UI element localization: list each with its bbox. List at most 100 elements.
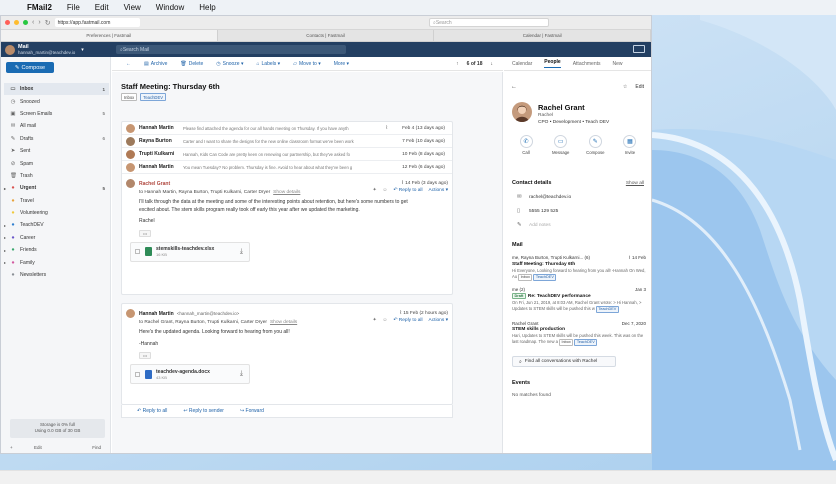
show-details-link[interactable]: Show details [273, 190, 300, 195]
show-quoted-button[interactable]: ••• [139, 229, 152, 237]
arrow-down-icon[interactable]: ↓ [491, 61, 494, 67]
message-sender[interactable]: Rachel Grant [139, 181, 170, 187]
emoji-icon[interactable]: ☺ [383, 318, 388, 323]
edit-contact-button[interactable]: Edit [635, 84, 644, 90]
sidebar-item-drafts[interactable]: ✎ Drafts 6 [4, 133, 109, 145]
browser-tab-calendar[interactable]: Calendar | Fastmail [434, 30, 651, 41]
pin-icon[interactable]: ✦ [372, 188, 376, 193]
actions-menu-button[interactable]: Actions ▾ [429, 318, 448, 323]
sidebar-item-spam[interactable]: ⊘ Spam [4, 157, 109, 169]
tag-teachdev[interactable]: TeachDEV [140, 93, 167, 101]
sidebar-item-screen-emails[interactable]: ▣ Screen Emails 5 [4, 108, 109, 120]
move-to-button[interactable]: ▱ Move to ▾ [293, 61, 321, 67]
account-switcher[interactable]: Mail hannah_martin@teachdev.io ▾ [1, 44, 111, 55]
collapsed-message[interactable]: Rayna Burton Carter and I want to share … [122, 135, 452, 148]
tab-people[interactable]: People [544, 59, 561, 68]
show-all-link[interactable]: Show all [626, 181, 644, 186]
compose-button[interactable]: ✎ Compose [6, 62, 54, 73]
browser-search-input[interactable]: ⌕ Search [429, 18, 549, 27]
sidebar-item-teachdev[interactable]: ▸ ● TeachDEV [4, 219, 109, 231]
attachment[interactable]: stemskills-teachdev.xlsx 16 KB ⤓ [130, 241, 250, 262]
sidebar-item-friends[interactable]: ▸ ● Friends [4, 244, 109, 256]
expand-arrow-icon[interactable]: ▸ [4, 186, 6, 191]
reply-sender-button[interactable]: ↩ Reply to sender [183, 408, 224, 414]
address-bar[interactable]: https://app.fastmail.com [54, 18, 140, 27]
compose-contact-button[interactable]: ✎ Compose [581, 135, 609, 155]
tab-calendar[interactable]: Calendar [512, 61, 532, 67]
arrow-up-icon[interactable]: ↑ [456, 61, 459, 67]
reload-icon[interactable]: ↻ [45, 19, 51, 27]
collapsed-message[interactable]: Hannah Martin Please find attached the a… [122, 122, 452, 135]
invite-button[interactable]: ▦ Invite [616, 135, 644, 155]
labels-button[interactable]: ⌂ Labels ▾ [256, 61, 280, 67]
sidebar-item-sent[interactable]: ➤ Sent [4, 145, 109, 157]
related-mail-item[interactable]: Rachel Grant Dec 7, 2020 STEM skills prod… [512, 321, 646, 346]
more-button[interactable]: More ▾ [334, 61, 349, 67]
menu-view[interactable]: View [124, 3, 141, 12]
sidebar-item-all-mail[interactable]: ✉ All mail [4, 120, 109, 132]
sidebar-item-snoozed[interactable]: ◷ Snoozed [4, 95, 109, 107]
minimize-window-button[interactable] [14, 20, 19, 25]
browser-tab-contacts[interactable]: Contacts | Fastmail [218, 30, 435, 41]
attachment-checkbox[interactable] [135, 249, 140, 254]
contact-email[interactable]: ✉ rachel@teachdev.io [517, 194, 571, 200]
mail-search-input[interactable]: ⌕ Search Mail [116, 45, 346, 54]
add-icon[interactable]: + [10, 445, 13, 450]
forward-arrow-icon[interactable]: › [38, 19, 40, 26]
download-icon[interactable]: ⤓ [240, 248, 243, 256]
expand-arrow-icon[interactable]: ▸ [4, 223, 6, 228]
contact-phone[interactable]: ▯ 5555 129 525 [517, 208, 558, 214]
collapsed-message[interactable]: Trupti Kulkarni Hannah, Kids Can Code ar… [122, 148, 452, 161]
expand-arrow-icon[interactable]: ▸ [4, 248, 6, 253]
sidebar-item-family[interactable]: ▸ ● Family [4, 256, 109, 268]
collapsed-message[interactable]: Hannah Martin You mean Tuesday? No probl… [122, 161, 452, 174]
tab-new[interactable]: New [613, 61, 623, 67]
menu-window[interactable]: Window [156, 3, 184, 12]
sidebar-item-travel[interactable]: ● Travel [4, 195, 109, 207]
reply-all-button[interactable]: ↶ Reply to all [393, 188, 422, 193]
reply-all-button[interactable]: ↶ Reply to all [393, 318, 422, 323]
message-button[interactable]: ▭ Message [547, 135, 575, 155]
sidebar-item-career[interactable]: ▸ ● Career [4, 232, 109, 244]
show-details-link[interactable]: Show details [270, 320, 297, 325]
forward-button[interactable]: ↪ Forward [240, 408, 264, 414]
close-window-button[interactable] [5, 20, 10, 25]
tab-attachments[interactable]: Attachments [573, 61, 601, 67]
browser-tab-preferences[interactable]: Preferences | Fastmail [1, 30, 218, 41]
expand-arrow-icon[interactable]: ▸ [4, 235, 6, 240]
show-quoted-button[interactable]: ••• [139, 352, 152, 359]
star-icon[interactable]: ☆ [623, 84, 627, 90]
menu-help[interactable]: Help [199, 3, 215, 12]
sidebar-item-newsletters[interactable]: ● Newsletters [4, 269, 109, 281]
related-mail-item[interactable]: me, Rayna Burton, Trupti Kulkarni... (6)… [512, 255, 646, 281]
edit-sidebar-button[interactable]: Edit [34, 445, 42, 450]
delete-button[interactable]: 🗑 Delete [180, 61, 203, 67]
reply-all-footer-button[interactable]: ↶ Reply to all [137, 408, 167, 414]
download-icon[interactable]: ⤓ [240, 370, 243, 378]
attachment-checkbox[interactable] [135, 371, 140, 377]
pin-icon[interactable]: ✦ [372, 318, 376, 323]
toggle-panel-icon[interactable] [633, 45, 645, 53]
related-mail-item[interactable]: me (2) Jan 3 Draft Re: TeachDEV performanc… [512, 287, 646, 313]
sidebar-item-trash[interactable]: 🗑 Trash [4, 170, 109, 182]
back-arrow-icon[interactable]: ‹ [32, 19, 34, 26]
menu-file[interactable]: File [67, 3, 80, 12]
menu-edit[interactable]: Edit [95, 3, 109, 12]
contact-notes[interactable]: ✎ Add notes [517, 222, 551, 228]
find-all-conversations-button[interactable]: ⌕ Find all conversations with Rachel [512, 356, 616, 367]
actions-menu-button[interactable]: Actions ▾ [429, 188, 448, 193]
maximize-window-button[interactable] [23, 20, 28, 25]
find-button[interactable]: Find [92, 445, 101, 450]
sidebar-item-volunteering[interactable]: ● Volunteering [4, 207, 109, 219]
emoji-icon[interactable]: ☺ [383, 188, 388, 193]
sidebar-item-inbox[interactable]: ▭ Inbox 1 [4, 83, 109, 96]
archive-button[interactable]: ▤ Archive [144, 61, 167, 67]
expand-arrow-icon[interactable]: ▸ [4, 260, 6, 265]
back-arrow-icon[interactable]: ← [126, 61, 131, 67]
attachment[interactable]: teachdev-agenda.docx 43 KB ⤓ [130, 364, 250, 384]
tag-inbox[interactable]: Inbox [121, 93, 138, 101]
snooze-button[interactable]: ◷ Snooze ▾ [216, 61, 243, 67]
sidebar-item-urgent[interactable]: ▸ ● Urgent 5 [4, 182, 109, 194]
call-button[interactable]: ✆ Call [512, 135, 540, 155]
back-arrow-icon[interactable]: ← [511, 84, 517, 90]
